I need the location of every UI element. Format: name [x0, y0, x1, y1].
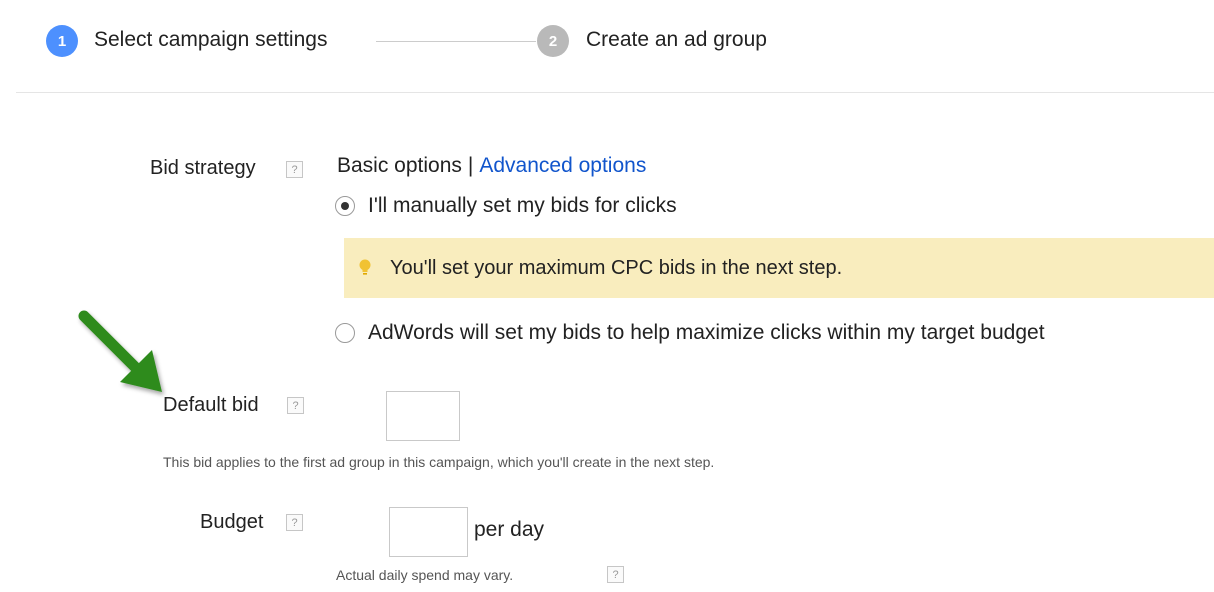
auto-bids-label: AdWords will set my bids to help maximiz…: [368, 321, 1045, 344]
budget-unit-label: per day: [474, 518, 545, 541]
budget-input[interactable]: [389, 507, 468, 557]
default-bid-hint: This bid applies to the first ad group i…: [163, 454, 715, 470]
basic-options-label: Basic options: [337, 154, 462, 177]
manual-bids-option[interactable]: I'll manually set my bids for clicks: [335, 194, 677, 218]
cpc-notice: You'll set your maximum CPC bids in the …: [344, 238, 1214, 298]
green-arrow-icon: [78, 310, 162, 392]
step-2-label: Create an ad group: [586, 28, 767, 51]
auto-bids-radio[interactable]: [335, 323, 355, 343]
step-1-label: Select campaign settings: [94, 28, 328, 51]
budget-label: Budget: [200, 511, 264, 533]
lightbulb-icon: [359, 259, 371, 275]
manual-bids-radio[interactable]: [335, 196, 355, 216]
cpc-notice-text: You'll set your maximum CPC bids in the …: [390, 256, 843, 279]
radio-selected-dot: [341, 202, 349, 210]
step-1-badge: 1: [46, 25, 78, 57]
bid-options-switcher: Basic options | Advanced options: [337, 154, 646, 178]
budget-hint-help-icon[interactable]: ?: [607, 566, 624, 583]
default-bid-help-icon[interactable]: ?: [287, 397, 304, 414]
advanced-options-link[interactable]: Advanced options: [479, 154, 646, 177]
auto-bids-option[interactable]: AdWords will set my bids to help maximiz…: [335, 321, 1045, 345]
step-connector: [376, 41, 536, 42]
default-bid-label: Default bid: [163, 394, 259, 416]
campaign-settings-page: 1 Select campaign settings 2 Create an a…: [0, 0, 1214, 592]
manual-bids-label: I'll manually set my bids for clicks: [368, 194, 677, 217]
bid-strategy-help-icon[interactable]: ?: [286, 161, 303, 178]
header-divider: [16, 92, 1214, 93]
budget-help-icon[interactable]: ?: [286, 514, 303, 531]
step-2-badge: 2: [537, 25, 569, 57]
budget-hint: Actual daily spend may vary.: [336, 567, 514, 583]
bid-strategy-label: Bid strategy: [150, 157, 256, 179]
options-separator: |: [467, 154, 474, 177]
default-bid-input[interactable]: [386, 391, 460, 441]
